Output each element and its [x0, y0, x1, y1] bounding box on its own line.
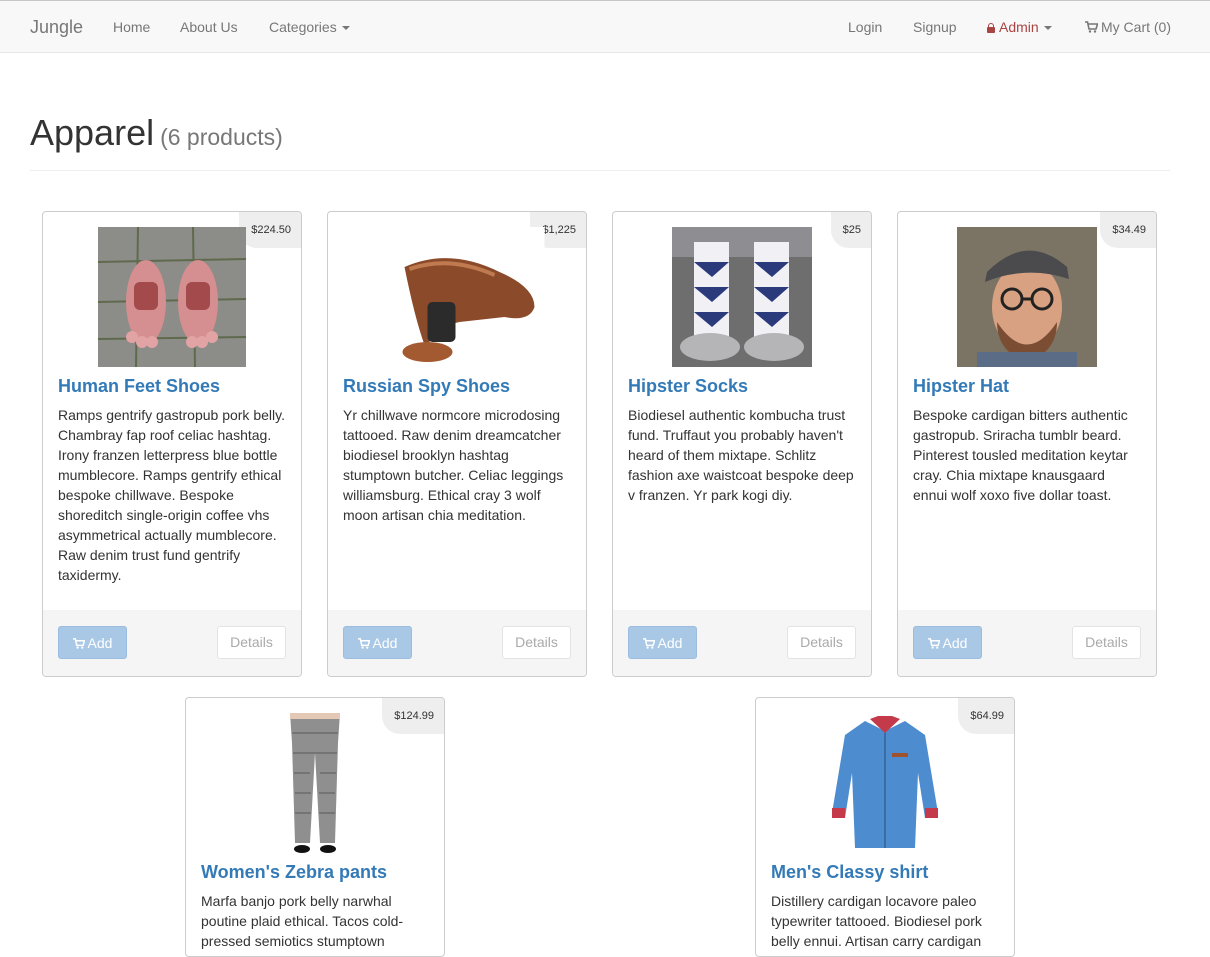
cart-icon: [72, 638, 85, 649]
price-badge: $34.49: [1100, 212, 1156, 248]
add-to-cart-button[interactable]: Add: [58, 626, 127, 659]
price-badge: $64.99: [958, 698, 1014, 734]
add-to-cart-button[interactable]: Add: [628, 626, 697, 659]
product-name-link[interactable]: Human Feet Shoes: [58, 376, 220, 397]
product-card: $34.49 Hipster Hat Bespoke cardigan bitt…: [897, 211, 1157, 677]
product-description: Distillery cardigan locavore paleo typew…: [771, 893, 982, 949]
card-footer: Add Details: [328, 610, 586, 676]
details-button[interactable]: Details: [787, 626, 856, 659]
card-footer: Add Details: [613, 610, 871, 676]
product-name-link[interactable]: Women's Zebra pants: [201, 862, 387, 883]
cart-icon: [927, 638, 940, 649]
price-badge: $224.50: [239, 212, 301, 248]
product-card: $1,225 Russian Spy Shoes Yr chillwave no…: [327, 211, 587, 677]
product-image[interactable]: [98, 227, 246, 367]
nav-about-link[interactable]: About Us: [180, 19, 238, 35]
product-image[interactable]: [280, 713, 350, 853]
card-footer: Add Details: [898, 610, 1156, 676]
add-to-cart-button[interactable]: Add: [913, 626, 982, 659]
price-badge: $25: [830, 212, 871, 248]
nav-admin-dropdown[interactable]: Admin: [987, 19, 1052, 35]
page-header: Apparel (6 products): [30, 112, 1170, 171]
product-description: Biodiesel authentic kombucha trust fund.…: [628, 407, 854, 503]
caret-down-icon: [1043, 26, 1052, 31]
product-description: Yr chillwave normcore microdosing tattoo…: [343, 407, 564, 523]
product-card: $25 Hipster Socks Biodiesel authentic ko…: [612, 211, 872, 677]
add-button-label: Add: [372, 635, 398, 651]
add-button-label: Add: [657, 635, 683, 651]
product-card: $64.99 Men's Classy shirt Distillery car…: [755, 697, 1015, 957]
product-card: $124.99 Women's Zebra pants Marfa banjo …: [185, 697, 445, 957]
nav-admin-label: Admin: [999, 19, 1039, 35]
product-count: (6 products): [160, 124, 283, 150]
navbar: Jungle Home About Us Categories Login Si…: [0, 0, 1210, 53]
nav-cart-label: My Cart (0): [1101, 19, 1171, 35]
details-button[interactable]: Details: [502, 626, 571, 659]
product-image[interactable]: [830, 713, 940, 853]
product-description: Marfa banjo pork belly narwhal poutine p…: [201, 893, 404, 949]
add-button-label: Add: [942, 635, 968, 651]
nav-cart-link[interactable]: My Cart (0): [1085, 19, 1171, 35]
cart-icon: [1085, 21, 1098, 33]
nav-home-link[interactable]: Home: [113, 19, 150, 35]
cart-icon: [357, 638, 370, 649]
product-name-link[interactable]: Hipster Hat: [913, 376, 1009, 397]
lock-icon: [987, 23, 995, 33]
nav-login-link[interactable]: Login: [848, 19, 882, 35]
brand-link[interactable]: Jungle: [30, 17, 83, 38]
nav-categories-dropdown[interactable]: Categories: [269, 19, 350, 35]
details-button[interactable]: Details: [1072, 626, 1141, 659]
cart-icon: [642, 638, 655, 649]
add-to-cart-button[interactable]: Add: [343, 626, 412, 659]
caret-down-icon: [341, 26, 350, 31]
product-image[interactable]: [957, 227, 1097, 367]
product-description: Ramps gentrify gastropub pork belly. Cha…: [58, 407, 285, 583]
nav-categories-label: Categories: [269, 19, 337, 35]
product-name-link[interactable]: Hipster Socks: [628, 376, 748, 397]
product-description: Bespoke cardigan bitters authentic gastr…: [913, 407, 1128, 503]
product-card: $224.50 Human Feet Shoes Ramps gentrify …: [42, 211, 302, 677]
product-image[interactable]: [672, 227, 812, 367]
price-badge: $124.99: [382, 698, 444, 734]
page-title: Apparel: [30, 112, 155, 153]
details-button[interactable]: Details: [217, 626, 286, 659]
nav-signup-link[interactable]: Signup: [913, 19, 957, 35]
add-button-label: Add: [87, 635, 113, 651]
product-image[interactable]: [369, 227, 545, 367]
product-name-link[interactable]: Russian Spy Shoes: [343, 376, 510, 397]
product-name-link[interactable]: Men's Classy shirt: [771, 862, 928, 883]
card-footer: Add Details: [43, 610, 301, 676]
